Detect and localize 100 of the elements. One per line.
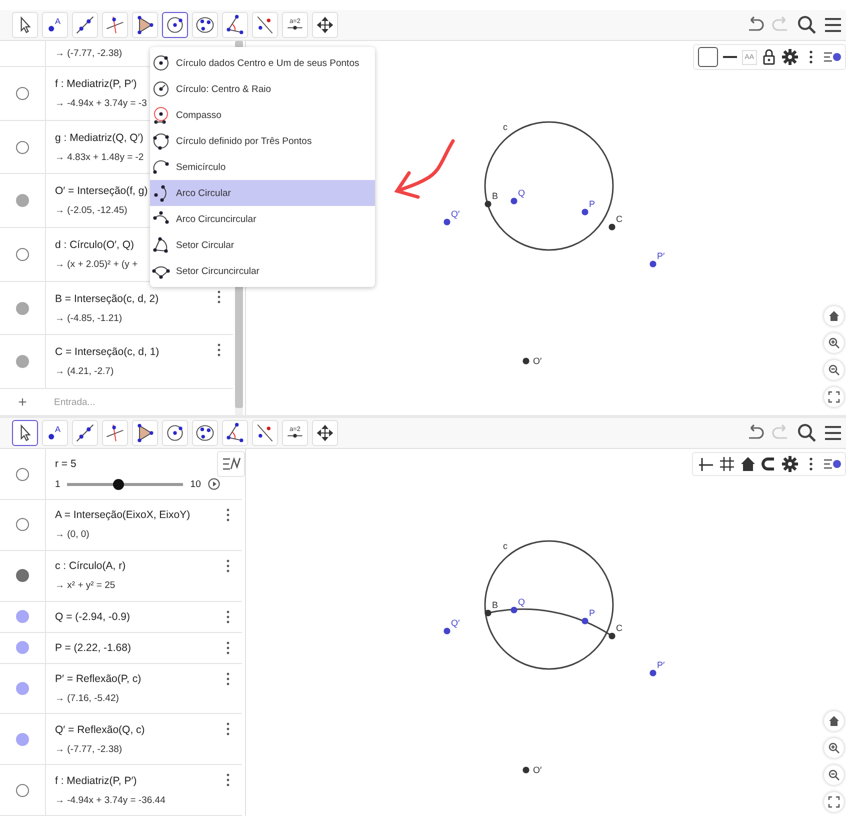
visibility-toggle[interactable] (16, 302, 29, 315)
definition-text: B = Interseção(c, d, 2) (55, 292, 159, 305)
conic-tool-button[interactable] (192, 12, 218, 38)
move-tool-button[interactable] (12, 420, 38, 446)
fullscreen-button[interactable] (824, 792, 844, 812)
visibility-toggle[interactable] (16, 86, 29, 100)
home-button[interactable] (824, 711, 844, 731)
menu-item[interactable]: Círculo: Centro & Raio (150, 76, 375, 102)
conic-tool-button[interactable] (192, 420, 218, 446)
visibility-toggle[interactable] (16, 569, 29, 582)
perpendicular-tool-button[interactable] (102, 12, 128, 38)
point[interactable] (484, 610, 492, 616)
point[interactable] (650, 260, 656, 268)
visibility-toggle[interactable] (16, 682, 29, 695)
value-text: → -4.94x + 3.74y = -36.44 (55, 794, 166, 806)
polygon-tool-button[interactable] (132, 420, 158, 446)
algebra-style-toggle-icon[interactable] (217, 451, 245, 477)
menu-item[interactable]: Semicírculo (150, 154, 375, 180)
point[interactable] (608, 632, 616, 640)
point[interactable] (444, 218, 450, 226)
value-text: → x² + y² = 25 (55, 580, 116, 592)
home-icon (828, 715, 840, 727)
point[interactable] (522, 358, 530, 364)
zoom-out-button[interactable] (824, 360, 844, 380)
point[interactable] (582, 208, 588, 216)
visibility-toggle[interactable] (16, 518, 29, 532)
home-button[interactable] (824, 306, 844, 326)
line-tool-button[interactable] (72, 420, 98, 446)
fullscreen-button[interactable] (824, 387, 844, 407)
more-options-icon[interactable] (215, 343, 223, 358)
perpendicular-tool-button[interactable] (102, 420, 128, 446)
menu-item[interactable]: Setor Circuncircular (150, 258, 375, 284)
menu-item[interactable]: Arco Circuncircular (150, 206, 375, 232)
visibility-toggle[interactable] (16, 194, 29, 208)
input-field[interactable]: Entrada... (45, 396, 204, 408)
point-label: Q (518, 188, 526, 198)
visibility-toggle[interactable] (16, 610, 29, 624)
hand-drawn-arrow (394, 139, 455, 199)
definition-text: d : Círculo(O′, Q) (55, 238, 134, 251)
pan-tool-button[interactable] (312, 420, 338, 446)
visibility-toggle[interactable] (16, 468, 29, 480)
semicircle-icon (152, 158, 170, 176)
angle-tool-button[interactable] (222, 420, 248, 446)
color-swatch-button[interactable] (698, 47, 718, 67)
visibility-toggle[interactable] (16, 784, 29, 797)
zoom-in-button[interactable] (824, 333, 844, 353)
point[interactable] (444, 628, 450, 634)
add-button[interactable]: + (0, 394, 45, 411)
value-text: → (4.21, -2.7) (55, 366, 114, 378)
circle-tool-button[interactable] (162, 12, 188, 38)
fullscreen-icon (828, 796, 840, 808)
search-icon[interactable] (796, 422, 818, 444)
grid-icon[interactable] (718, 455, 736, 473)
menu-item[interactable]: Compasso (150, 102, 375, 128)
point[interactable] (582, 618, 588, 624)
point[interactable] (484, 200, 492, 208)
home-icon (828, 310, 840, 322)
axes-icon[interactable] (697, 455, 715, 473)
point[interactable] (510, 198, 518, 204)
menu-item[interactable]: Círculo dados Centro e Um de seus Pontos (150, 50, 375, 76)
definition-text: Q = (-2.94, -0.9) (55, 610, 130, 623)
search-icon[interactable] (796, 14, 818, 36)
zoom-in-icon (828, 742, 840, 754)
visibility-toggle[interactable] (16, 248, 29, 261)
visibility-toggle[interactable] (16, 732, 29, 746)
settings-icon[interactable] (781, 455, 799, 473)
point-label: C (616, 214, 622, 224)
point[interactable] (510, 606, 518, 614)
point[interactable] (608, 224, 616, 230)
settings-icon[interactable] (781, 48, 799, 66)
perpendicular-line-icon (104, 422, 126, 444)
point[interactable] (650, 670, 656, 676)
point[interactable] (522, 766, 530, 774)
menu-item[interactable]: Círculo definido por Três Pontos (150, 128, 375, 154)
definition-text: g : Mediatriz(Q, Q′) (55, 132, 144, 144)
fullscreen-icon (828, 391, 840, 403)
menu-item[interactable]: Setor Circular (150, 232, 375, 258)
definition-text: f : Mediatriz(P, P′) (55, 774, 137, 787)
value-text: → (-7.77, -2.38) (55, 48, 122, 59)
more-options-icon[interactable] (215, 290, 223, 304)
zoom-in-button[interactable] (824, 738, 844, 758)
point-label: P (589, 199, 596, 209)
home-icon[interactable] (739, 455, 757, 473)
slider-thumb[interactable] (113, 478, 124, 490)
visibility-toggle[interactable] (16, 355, 29, 368)
slider-min-label: 1 (55, 478, 60, 490)
menu-item[interactable]: Arco Circular (150, 180, 375, 206)
line-tool-button[interactable] (72, 12, 98, 38)
zoom-out-button[interactable] (824, 765, 844, 785)
reflect-tool-button[interactable] (252, 420, 278, 446)
pan-tool-button[interactable] (312, 12, 338, 38)
definition-text: c : Círculo(A, r) (55, 560, 126, 572)
point-label: Q′ (451, 209, 460, 219)
play-icon[interactable] (208, 478, 220, 490)
visibility-toggle[interactable] (16, 641, 29, 654)
visibility-toggle[interactable] (16, 140, 29, 154)
value-text: → (7.16, -5.42) (55, 692, 119, 704)
polygon-tool-button[interactable] (132, 12, 158, 38)
angle-tool-button[interactable] (222, 12, 248, 38)
reflect-tool-button[interactable] (252, 12, 278, 38)
